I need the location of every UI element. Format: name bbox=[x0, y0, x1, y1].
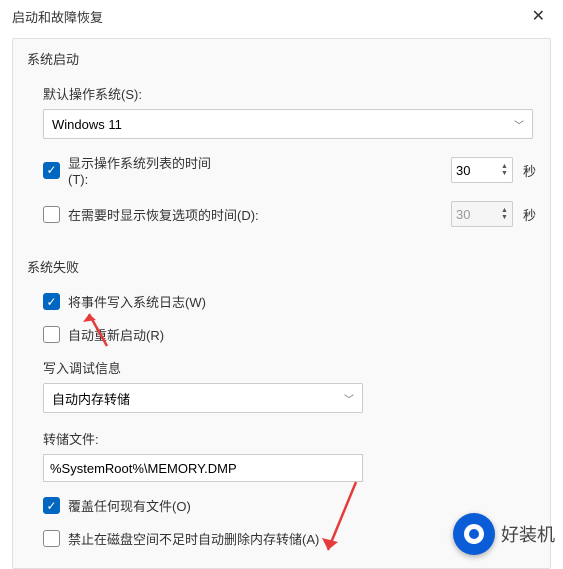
show-recovery-label: 在需要时显示恢复选项的时间(D): bbox=[68, 205, 273, 224]
auto-restart-checkbox[interactable] bbox=[43, 326, 60, 343]
write-log-label: 将事件写入系统日志(W) bbox=[68, 292, 536, 311]
dump-file-value: %SystemRoot%\MEMORY.DMP bbox=[50, 461, 237, 476]
debug-info-label: 写入调试信息 bbox=[43, 358, 536, 377]
debug-info-select[interactable]: 自动内存转储 ﹀ bbox=[43, 383, 363, 413]
show-recovery-seconds: 30 ▲▼ bbox=[451, 201, 513, 227]
settings-panel: 系统启动 默认操作系统(S): Windows 11 ﹀ 显示操作系统列表的时间… bbox=[12, 38, 551, 569]
default-os-label: 默认操作系统(S): bbox=[43, 84, 536, 103]
dump-file-input[interactable]: %SystemRoot%\MEMORY.DMP bbox=[43, 454, 363, 482]
window-title: 启动和故障恢复 bbox=[12, 7, 103, 26]
spinner-arrows-icon[interactable]: ▲▼ bbox=[501, 163, 508, 177]
logo-circle-icon bbox=[453, 513, 495, 555]
chevron-down-icon: ﹀ bbox=[514, 117, 524, 132]
startup-group-title: 系统启动 bbox=[27, 49, 536, 68]
show-os-list-value: 30 bbox=[456, 163, 470, 178]
default-os-value: Windows 11 bbox=[52, 117, 122, 132]
show-os-list-label: 显示操作系统列表的时间(T): bbox=[68, 153, 231, 187]
debug-info-value: 自动内存转储 bbox=[52, 389, 130, 408]
spinner-arrows-icon: ▲▼ bbox=[501, 207, 508, 221]
close-icon[interactable]: ✕ bbox=[526, 4, 551, 28]
show-recovery-checkbox[interactable] bbox=[43, 206, 60, 223]
default-os-select[interactable]: Windows 11 ﹀ bbox=[43, 109, 533, 139]
failure-group-title: 系统失败 bbox=[27, 257, 536, 276]
seconds-unit: 秒 bbox=[523, 205, 536, 224]
seconds-unit: 秒 bbox=[523, 161, 536, 180]
write-log-checkbox[interactable] bbox=[43, 293, 60, 310]
show-os-list-checkbox[interactable] bbox=[43, 162, 60, 179]
show-os-list-seconds[interactable]: 30 ▲▼ bbox=[451, 157, 513, 183]
show-recovery-value: 30 bbox=[456, 207, 470, 222]
watermark-logo: 好装机 bbox=[453, 513, 555, 555]
auto-restart-label: 自动重新启动(R) bbox=[68, 325, 536, 344]
disable-autodel-checkbox[interactable] bbox=[43, 530, 60, 547]
overwrite-checkbox[interactable] bbox=[43, 497, 60, 514]
failure-group: 系统失败 将事件写入系统日志(W) 自动重新启动(R) 写入调试信息 自动内存转… bbox=[27, 257, 536, 548]
watermark-text: 好装机 bbox=[501, 521, 555, 547]
startup-group: 系统启动 默认操作系统(S): Windows 11 ﹀ 显示操作系统列表的时间… bbox=[27, 49, 536, 227]
dump-file-label: 转储文件: bbox=[43, 429, 536, 448]
chevron-down-icon: ﹀ bbox=[344, 391, 354, 406]
